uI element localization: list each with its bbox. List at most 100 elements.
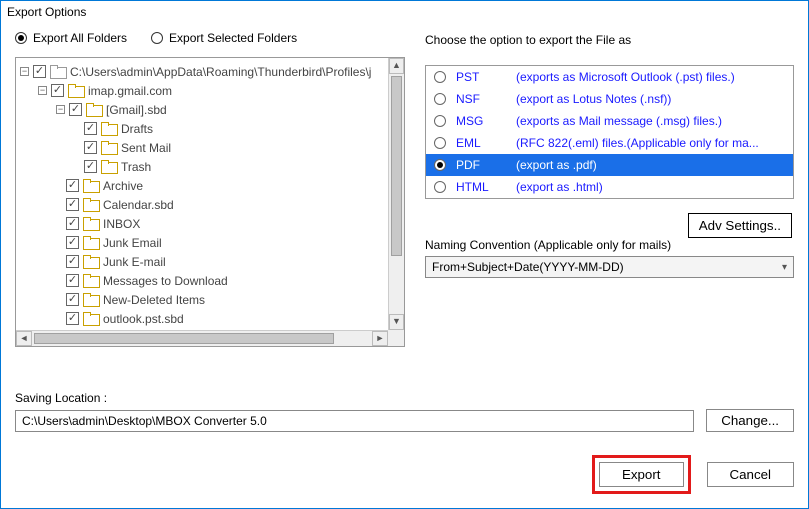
tree-checkbox[interactable]: [84, 122, 97, 135]
format-name: HTML: [456, 180, 506, 194]
tree-checkbox[interactable]: [66, 236, 79, 249]
format-name: PST: [456, 70, 506, 84]
scroll-thumb[interactable]: [34, 333, 334, 344]
format-title: Choose the option to export the File as: [425, 33, 794, 47]
format-desc: (exports as Mail message (.msg) files.): [516, 114, 722, 128]
folder-tree[interactable]: − C:\Users\admin\AppData\Roaming\Thunder…: [15, 57, 405, 347]
export-button[interactable]: Export: [599, 462, 684, 487]
tree-item-label: Drafts: [121, 122, 153, 136]
tree-checkbox[interactable]: [66, 274, 79, 287]
tree-root-label: C:\Users\admin\AppData\Roaming\Thunderbi…: [70, 65, 371, 79]
folder-icon: [83, 217, 99, 230]
tree-item-label: Junk Email: [103, 236, 162, 250]
radio-icon: [434, 137, 446, 149]
scroll-down-icon[interactable]: ▼: [389, 314, 404, 330]
radio-icon: [15, 32, 27, 44]
format-option-eml[interactable]: EML (RFC 822(.eml) files.(Applicable onl…: [426, 132, 793, 154]
change-button[interactable]: Change...: [706, 409, 794, 432]
tree-checkbox[interactable]: [66, 198, 79, 211]
format-name: EML: [456, 136, 506, 150]
format-name: NSF: [456, 92, 506, 106]
tree-checkbox[interactable]: [69, 103, 82, 116]
folder-icon: [83, 274, 99, 287]
format-name: PDF: [456, 158, 506, 172]
collapse-icon[interactable]: −: [38, 86, 47, 95]
format-option-nsf[interactable]: NSF (export as Lotus Notes (.nsf)): [426, 88, 793, 110]
format-desc: (exports as Microsoft Outlook (.pst) fil…: [516, 70, 735, 84]
tree-item-label: Calendar.sbd: [103, 198, 174, 212]
right-panel: Choose the option to export the File as …: [425, 31, 794, 347]
folder-icon: [83, 312, 99, 325]
format-desc: (export as .html): [516, 180, 603, 194]
tree-checkbox[interactable]: [66, 255, 79, 268]
folder-icon: [50, 65, 66, 78]
scrollbar-corner: [388, 330, 404, 346]
export-all-label: Export All Folders: [33, 31, 127, 45]
format-desc: (export as .pdf): [516, 158, 597, 172]
vertical-scrollbar[interactable]: ▲ ▼: [388, 58, 404, 330]
folder-icon: [83, 198, 99, 211]
tree-checkbox[interactable]: [84, 141, 97, 154]
tree-item-label: New-Deleted Items: [103, 293, 205, 307]
folder-icon: [83, 236, 99, 249]
export-scope-group: Export All Folders Export Selected Folde…: [15, 31, 405, 45]
scroll-right-icon[interactable]: ►: [372, 331, 388, 346]
naming-combobox[interactable]: From+Subject+Date(YYYY-MM-DD) ▾: [425, 256, 794, 278]
export-highlight: Export: [592, 455, 691, 494]
radio-icon: [434, 93, 446, 105]
radio-icon: [151, 32, 163, 44]
horizontal-scrollbar[interactable]: ◄ ►: [16, 330, 388, 346]
radio-icon: [434, 115, 446, 127]
folder-icon: [83, 179, 99, 192]
adv-settings-button[interactable]: Adv Settings..: [688, 213, 792, 238]
tree-checkbox[interactable]: [66, 312, 79, 325]
export-selected-radio[interactable]: Export Selected Folders: [151, 31, 297, 45]
bottom-panel: Saving Location : Change...: [15, 391, 794, 432]
folder-icon: [101, 160, 117, 173]
collapse-icon[interactable]: −: [20, 67, 29, 76]
left-panel: Export All Folders Export Selected Folde…: [15, 31, 405, 347]
format-list: PST (exports as Microsoft Outlook (.pst)…: [425, 65, 794, 199]
folder-icon: [86, 103, 102, 116]
scroll-left-icon[interactable]: ◄: [16, 331, 32, 346]
scroll-thumb[interactable]: [391, 76, 402, 256]
folder-icon: [101, 141, 117, 154]
tree-checkbox[interactable]: [33, 65, 46, 78]
tree-checkbox[interactable]: [66, 179, 79, 192]
tree-item-label: Archive: [103, 179, 143, 193]
dialog-buttons: Export Cancel: [592, 455, 794, 494]
tree-item-label: Messages to Download: [103, 274, 228, 288]
export-selected-label: Export Selected Folders: [169, 31, 297, 45]
saving-location-input[interactable]: [15, 410, 694, 432]
chevron-down-icon: ▾: [782, 262, 787, 273]
tree-checkbox[interactable]: [51, 84, 64, 97]
folder-icon: [101, 122, 117, 135]
saving-location-label: Saving Location :: [15, 391, 794, 405]
cancel-button[interactable]: Cancel: [707, 462, 795, 487]
naming-value: From+Subject+Date(YYYY-MM-DD): [432, 260, 624, 274]
radio-icon: [434, 71, 446, 83]
tree-item-label: Trash: [121, 160, 151, 174]
tree-item-label: INBOX: [103, 217, 140, 231]
format-name: MSG: [456, 114, 506, 128]
format-option-msg[interactable]: MSG (exports as Mail message (.msg) file…: [426, 110, 793, 132]
export-all-radio[interactable]: Export All Folders: [15, 31, 127, 45]
tree-gmail-label: [Gmail].sbd: [106, 103, 167, 117]
folder-icon: [83, 255, 99, 268]
tree-item-label: Junk E-mail: [103, 255, 166, 269]
format-option-pst[interactable]: PST (exports as Microsoft Outlook (.pst)…: [426, 66, 793, 88]
format-option-pdf[interactable]: PDF (export as .pdf): [426, 154, 793, 176]
tree-checkbox[interactable]: [84, 160, 97, 173]
tree-account-label: imap.gmail.com: [88, 84, 172, 98]
radio-icon: [434, 181, 446, 193]
naming-label: Naming Convention (Applicable only for m…: [425, 238, 794, 252]
tree-checkbox[interactable]: [66, 293, 79, 306]
collapse-icon[interactable]: −: [56, 105, 65, 114]
tree-item-label: Sent Mail: [121, 141, 171, 155]
folder-icon: [68, 84, 84, 97]
scroll-up-icon[interactable]: ▲: [389, 58, 404, 74]
format-option-html[interactable]: HTML (export as .html): [426, 176, 793, 198]
format-desc: (export as Lotus Notes (.nsf)): [516, 92, 671, 106]
format-desc: (RFC 822(.eml) files.(Applicable only fo…: [516, 136, 759, 150]
tree-checkbox[interactable]: [66, 217, 79, 230]
